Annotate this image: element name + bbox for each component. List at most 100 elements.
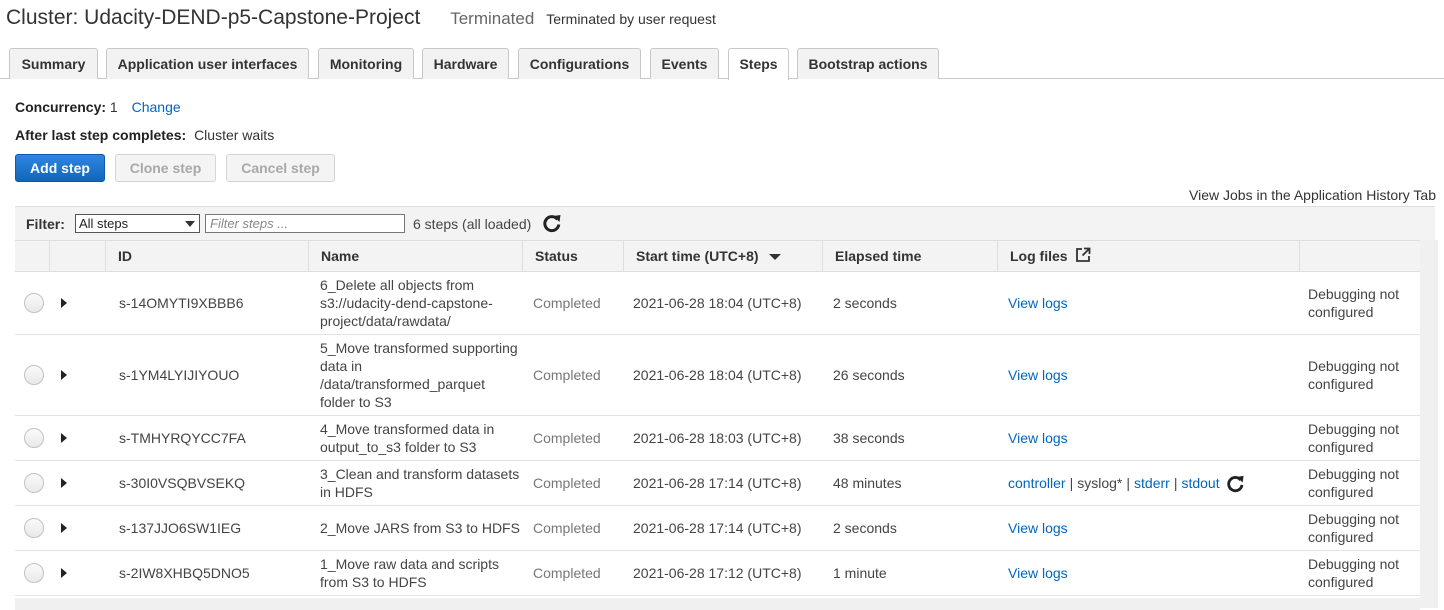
- external-link-icon: [1076, 247, 1091, 262]
- step-name: 4_Move transformed data in output_to_s3 …: [320, 421, 495, 455]
- concurrency-label: Concurrency:: [15, 99, 107, 115]
- step-start-time: 2021-06-28 17:12 (UTC+8): [633, 565, 802, 581]
- column-header-log-files[interactable]: Log files: [997, 241, 1299, 272]
- log-file-links: controller | syslog* | stderr | stdout: [1008, 461, 1288, 505]
- step-id: s-14OMYTI9XBBB6: [119, 295, 244, 311]
- column-header-elapsed-time[interactable]: Elapsed time: [822, 241, 997, 272]
- chevron-down-icon: [185, 221, 195, 227]
- debugging-status: Debugging not configured: [1308, 511, 1400, 545]
- header-debug-column: [1299, 241, 1420, 272]
- debugging-status: Debugging not configured: [1308, 286, 1400, 320]
- step-filter-selected: All steps: [79, 216, 129, 231]
- step-filter-select[interactable]: All steps: [75, 214, 200, 233]
- tab-hardware[interactable]: Hardware: [422, 48, 509, 79]
- step-start-time: 2021-06-28 18:04 (UTC+8): [633, 367, 802, 383]
- step-start-time: 2021-06-28 17:14 (UTC+8): [633, 520, 802, 536]
- application-history-link[interactable]: View Jobs in the Application History Tab: [1189, 187, 1436, 203]
- step-elapsed-time: 2 seconds: [833, 520, 897, 536]
- header-select-column: [15, 241, 49, 272]
- debugging-status: Debugging not configured: [1308, 556, 1400, 590]
- horizontal-scrollbar[interactable]: [15, 598, 1420, 610]
- view-logs-link[interactable]: View logs: [1008, 367, 1068, 383]
- expand-row-icon[interactable]: [61, 370, 67, 380]
- stderr-log-link[interactable]: stderr: [1134, 475, 1170, 491]
- step-name: 5_Move transformed supporting data in /d…: [320, 340, 518, 410]
- after-last-step-value: Cluster waits: [194, 127, 275, 143]
- concurrency-line: Concurrency: 1 Change: [15, 99, 181, 115]
- step-elapsed-time: 26 seconds: [833, 367, 905, 383]
- expand-row-icon[interactable]: [61, 568, 67, 578]
- expand-row-icon[interactable]: [61, 298, 67, 308]
- debugging-status: Debugging not configured: [1308, 358, 1400, 392]
- filter-label: Filter:: [26, 216, 65, 232]
- step-id: s-1YM4LYIJIYOUO: [119, 367, 240, 383]
- cluster-status-reason: Terminated by user request: [546, 11, 716, 27]
- add-step-button[interactable]: Add step: [15, 154, 105, 182]
- step-elapsed-time: 38 seconds: [833, 430, 905, 446]
- refresh-icon[interactable]: [1226, 474, 1245, 493]
- step-name: 3_Clean and transform datasets in HDFS: [320, 466, 520, 500]
- syslog-label: syslog*: [1077, 475, 1123, 491]
- steps-count: 6 steps (all loaded): [413, 216, 532, 232]
- view-logs-link[interactable]: View logs: [1008, 565, 1068, 581]
- view-logs-link[interactable]: View logs: [1008, 520, 1068, 536]
- step-status: Completed: [533, 475, 601, 491]
- table-header: ID Name Status Start time (UTC+8) Elapse…: [15, 240, 1420, 272]
- table-row: s-137JJO6SW1IEG 2_Move JARS from S3 to H…: [15, 506, 1420, 551]
- table-row: s-30I0VSQBVSEKQ 3_Clean and transform da…: [15, 461, 1420, 506]
- tab-summary[interactable]: Summary: [9, 48, 98, 79]
- step-status: Completed: [533, 367, 601, 383]
- header-expand-column: [49, 241, 105, 272]
- step-name: 2_Move JARS from S3 to HDFS: [320, 520, 520, 536]
- step-id: s-TMHYRQYCC7FA: [119, 430, 246, 446]
- step-start-time: 2021-06-28 17:14 (UTC+8): [633, 475, 802, 491]
- cluster-status: Terminated: [450, 9, 535, 28]
- step-id: s-2IW8XHBQ5DNO5: [119, 565, 250, 581]
- table-row: s-14OMYTI9XBBB6 6_Delete all objects fro…: [15, 272, 1420, 335]
- step-elapsed-time: 48 minutes: [833, 475, 902, 491]
- column-header-id[interactable]: ID: [105, 241, 308, 272]
- change-concurrency-link[interactable]: Change: [132, 99, 181, 115]
- log-separator: |: [1173, 475, 1178, 491]
- debugging-status: Debugging not configured: [1308, 421, 1400, 455]
- expand-row-icon[interactable]: [61, 523, 67, 533]
- after-last-step-label: After last step completes:: [15, 127, 187, 143]
- expand-row-icon[interactable]: [61, 433, 67, 443]
- clone-step-button[interactable]: Clone step: [115, 154, 216, 182]
- steps-table: ID Name Status Start time (UTC+8) Elapse…: [15, 240, 1420, 596]
- tab-monitoring[interactable]: Monitoring: [318, 48, 414, 79]
- tab-bootstrap-actions[interactable]: Bootstrap actions: [797, 48, 939, 79]
- cluster-header: Cluster: Udacity-DEND-p5-Capstone-Projec…: [6, 6, 716, 30]
- refresh-icon[interactable]: [542, 213, 562, 233]
- column-header-start-time[interactable]: Start time (UTC+8): [623, 241, 822, 272]
- step-start-time: 2021-06-28 18:04 (UTC+8): [633, 295, 802, 311]
- step-status: Completed: [533, 430, 601, 446]
- filter-steps-input[interactable]: Filter steps ...: [205, 214, 405, 233]
- filter-bar: Filter: All steps Filter steps ... 6 ste…: [15, 206, 1435, 240]
- step-status: Completed: [533, 520, 601, 536]
- concurrency-value: 1: [109, 99, 118, 115]
- controller-log-link[interactable]: controller: [1008, 475, 1066, 491]
- step-id: s-30I0VSQBVSEKQ: [119, 475, 246, 491]
- sort-descending-icon: [768, 254, 781, 261]
- tab-events[interactable]: Events: [650, 48, 719, 79]
- step-name: 1_Move raw data and scripts from S3 to H…: [320, 556, 499, 590]
- debugging-status: Debugging not configured: [1308, 466, 1400, 500]
- view-logs-link[interactable]: View logs: [1008, 430, 1068, 446]
- page-title: Cluster: Udacity-DEND-p5-Capstone-Projec…: [6, 6, 421, 29]
- column-header-name[interactable]: Name: [308, 241, 522, 272]
- cancel-step-button[interactable]: Cancel step: [226, 154, 335, 182]
- step-elapsed-time: 1 minute: [833, 565, 887, 581]
- stdout-log-link[interactable]: stdout: [1181, 475, 1219, 491]
- column-header-status[interactable]: Status: [522, 241, 623, 272]
- after-last-step-line: After last step completes: Cluster waits: [15, 127, 274, 143]
- column-header-start-time-label: Start time (UTC+8): [636, 248, 759, 264]
- log-separator: |: [1126, 475, 1131, 491]
- tab-steps[interactable]: Steps: [728, 48, 789, 80]
- table-row: s-2IW8XHBQ5DNO5 1_Move raw data and scri…: [15, 551, 1420, 596]
- vertical-scrollbar[interactable]: [1420, 240, 1438, 608]
- tab-configurations[interactable]: Configurations: [518, 48, 641, 79]
- expand-row-icon[interactable]: [61, 478, 67, 488]
- view-logs-link[interactable]: View logs: [1008, 295, 1068, 311]
- tab-application-user-interfaces[interactable]: Application user interfaces: [106, 48, 309, 79]
